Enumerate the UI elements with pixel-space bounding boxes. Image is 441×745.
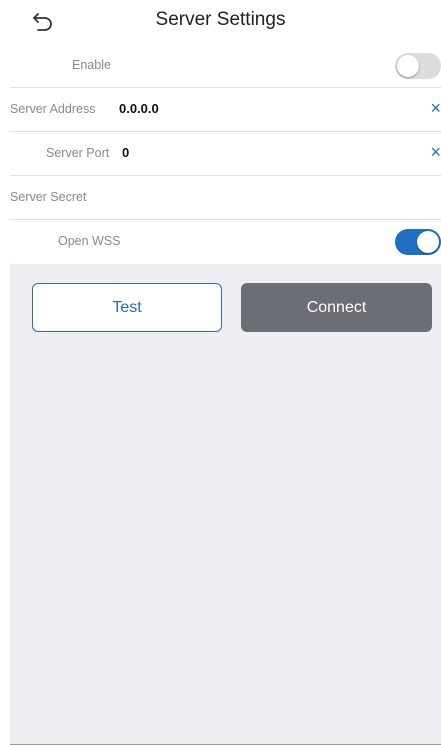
page-title: Server Settings [155,9,286,30]
test-button[interactable]: Test [32,283,222,332]
enable-toggle[interactable] [395,53,441,79]
server-port-input[interactable]: 0 [122,145,129,160]
clear-address-icon[interactable]: × [430,99,441,117]
server-address-input[interactable]: 0.0.0.0 [119,101,159,116]
server-port-label: Server Port [46,146,110,160]
enable-row: Enable [10,44,441,88]
server-port-row: Server Port 0 × [10,132,441,176]
clear-port-icon[interactable]: × [430,143,441,161]
toggle-knob [417,231,439,253]
open-wss-label: Open WSS [58,234,121,248]
enable-label: Enable [72,58,111,72]
server-address-label: Server Address [10,102,96,116]
server-secret-label: Server Secret [10,190,87,204]
server-secret-row[interactable]: Server Secret [10,176,441,220]
settings-card: Enable Server Address 0.0.0.0 × Server P… [10,44,441,264]
toggle-knob [397,55,419,77]
server-address-row: Server Address 0.0.0.0 × [10,88,441,132]
header-bar: Server Settings [0,0,441,44]
connect-button[interactable]: Connect [241,283,432,332]
settings-content: Enable Server Address 0.0.0.0 × Server P… [10,44,441,745]
open-wss-row: Open WSS [10,220,441,264]
open-wss-toggle[interactable] [395,229,441,255]
